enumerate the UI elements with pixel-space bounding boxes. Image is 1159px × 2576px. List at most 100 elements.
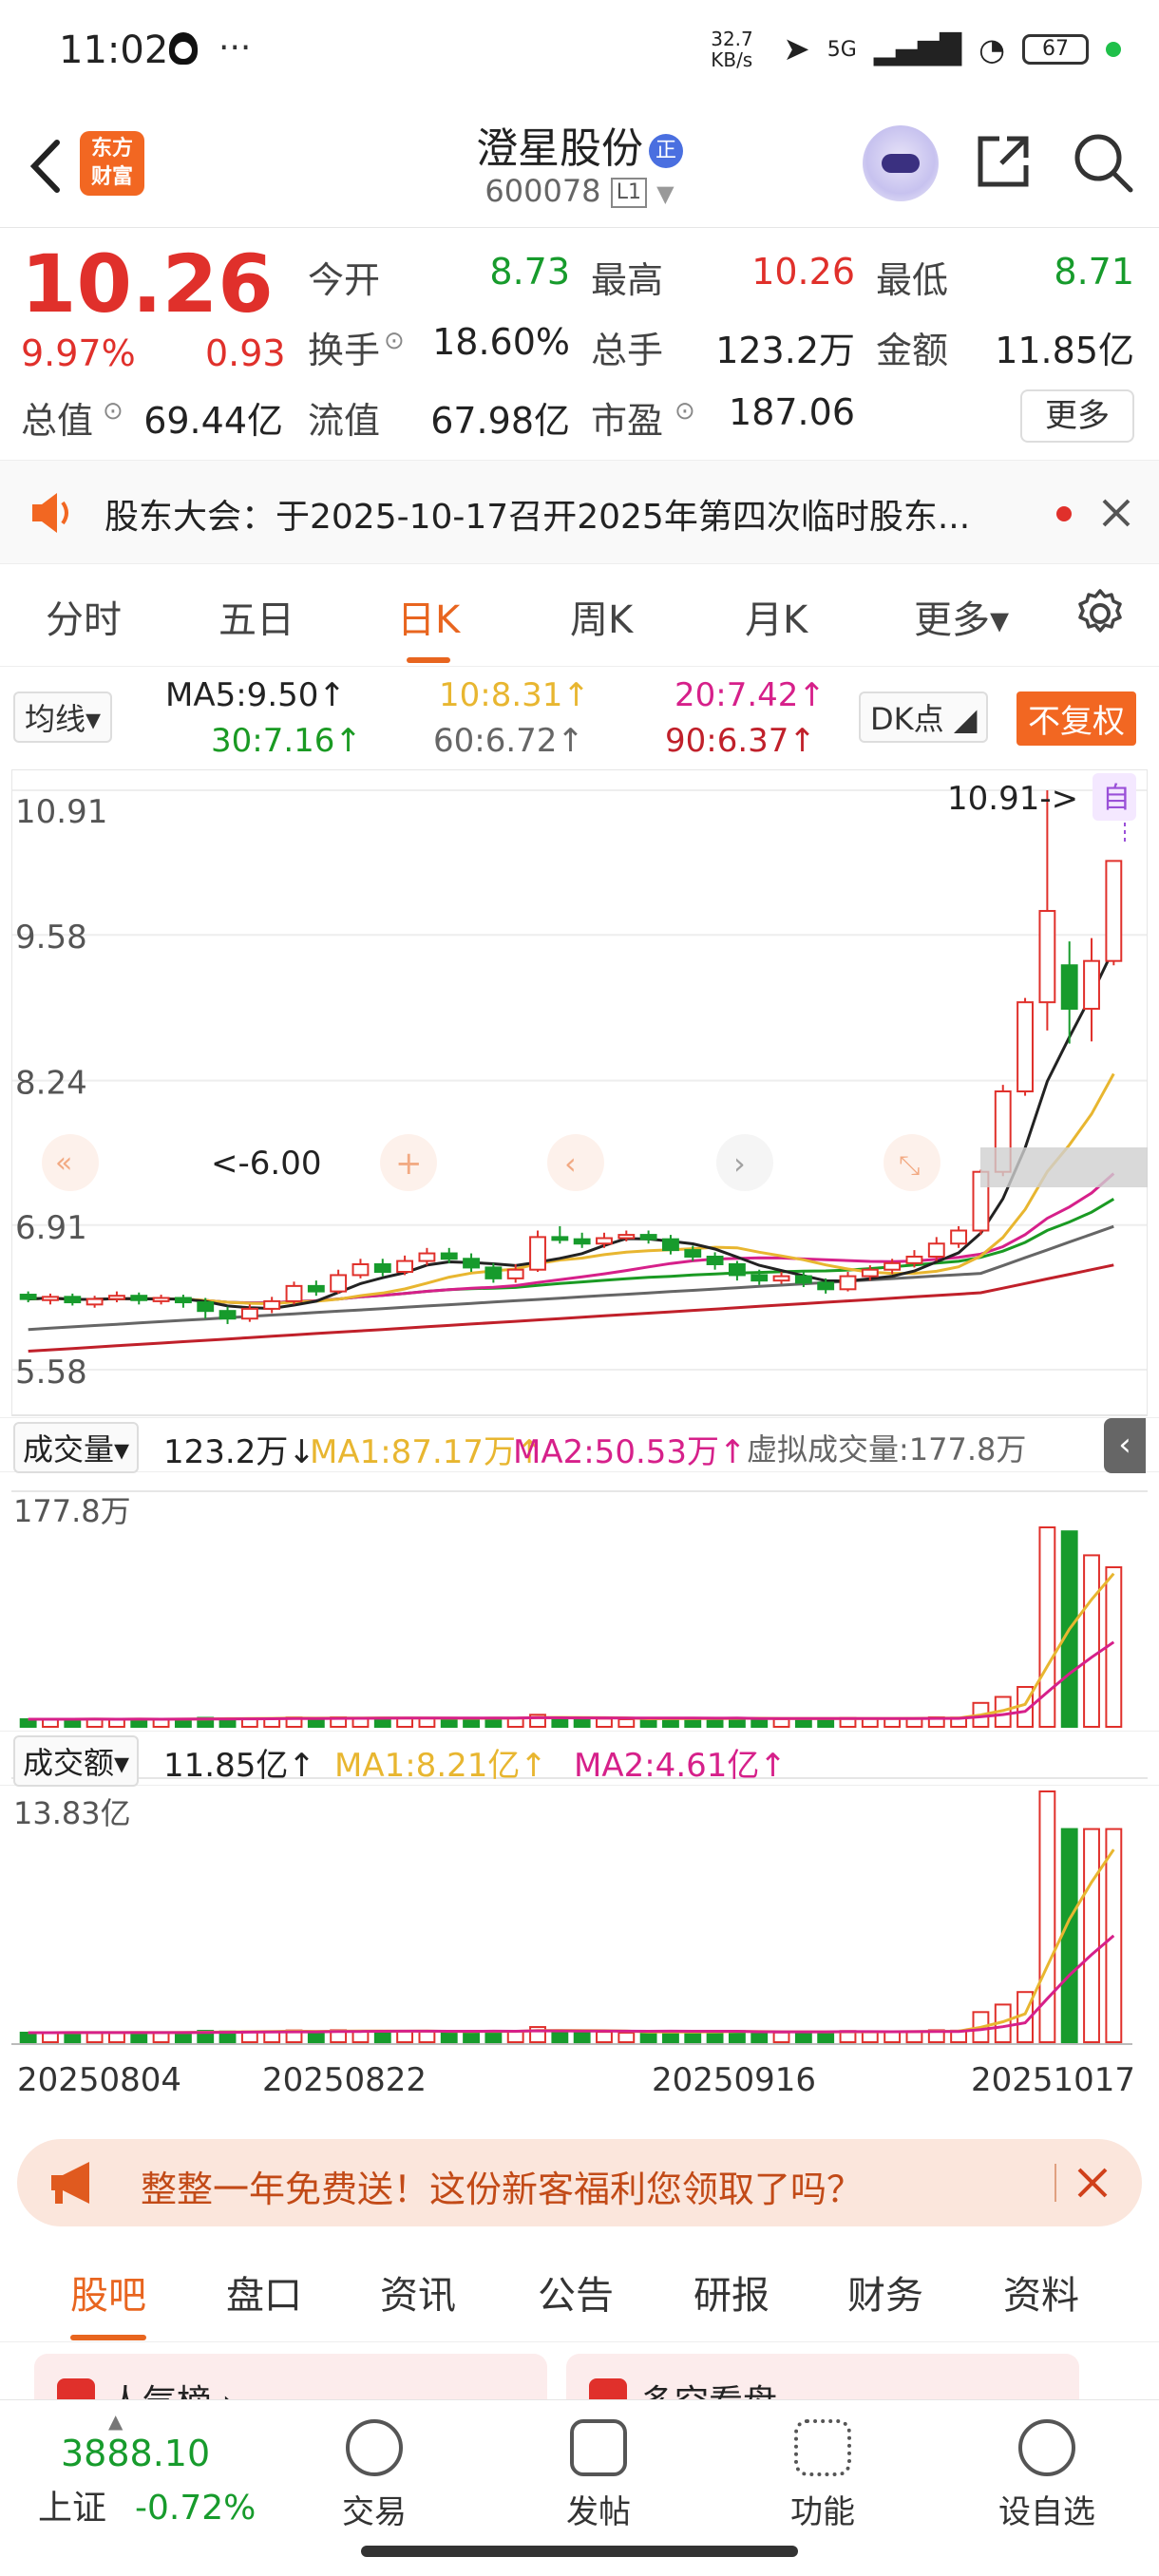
date-axis: 20250804 20250822 20250916 20251017 <box>0 2057 1159 2114</box>
stock-header: 东方 财富 澄星股份正 600078 L1 ▼ <box>0 104 1159 228</box>
tab-intraday[interactable]: 分时 <box>46 589 122 644</box>
change-pct: 9.97% <box>21 332 136 374</box>
nav-functions[interactable]: 功能 <box>756 2419 889 2532</box>
tab-five-day[interactable]: 五日 <box>218 589 294 644</box>
info-icon[interactable]: ⊙ <box>103 397 124 426</box>
index-name: 上证 <box>38 2489 107 2528</box>
divider <box>1054 2164 1056 2202</box>
tab-announcement[interactable]: 公告 <box>538 2264 614 2320</box>
close-icon[interactable] <box>1075 2166 1110 2200</box>
candle <box>905 1255 923 1264</box>
candle <box>263 1299 281 1310</box>
notice-text: 股东大会：于2025-10-17召开2025年第四次临时股东... <box>104 498 971 537</box>
volume-bar <box>1083 1554 1100 1729</box>
high-value: 10.26 <box>751 251 855 293</box>
gear-icon[interactable] <box>1074 587 1127 640</box>
tab-research[interactable]: 研报 <box>694 2264 770 2320</box>
assistant-robot-icon[interactable] <box>863 125 939 201</box>
ma-selector[interactable]: 均线▾ <box>13 691 113 743</box>
float-cap-label: 流值 <box>308 400 381 442</box>
volume-selector[interactable]: 成交量▾ <box>13 1422 140 1473</box>
stock-code: 600078 <box>484 173 601 209</box>
candle <box>373 1262 391 1273</box>
ma30-line <box>28 1198 1115 1305</box>
candle <box>352 1262 370 1277</box>
index-ticker[interactable]: ▲ 3888.10 上证 -0.72% <box>23 2410 270 2529</box>
high-label: 最高 <box>591 259 664 301</box>
share-icon[interactable] <box>973 131 1034 192</box>
nav-functions-label: 功能 <box>790 2493 855 2531</box>
search-icon[interactable] <box>1072 131 1134 194</box>
candle <box>596 1237 613 1245</box>
y-tick-label: 9.58 <box>15 919 87 957</box>
close-icon[interactable] <box>1100 497 1132 529</box>
candle <box>839 1275 857 1291</box>
collapse-panel-icon[interactable]: ‹ <box>1104 1418 1146 1473</box>
candle <box>884 1261 902 1271</box>
tab-daily-k[interactable]: 日K <box>397 589 460 663</box>
date-label: 20250822 <box>262 2061 428 2099</box>
tab-news[interactable]: 资讯 <box>380 2264 456 2320</box>
amount-bar <box>152 2032 170 2043</box>
tab-guba[interactable]: 股吧 <box>70 2264 146 2340</box>
candle <box>484 1266 503 1279</box>
tab-more[interactable]: 更多▾ <box>914 589 1009 644</box>
candle <box>197 1301 215 1313</box>
nav-post[interactable]: 发帖 <box>532 2419 665 2532</box>
amount-bar <box>861 2031 879 2043</box>
period-tabs: 分时 五日 日K 周K 月K 更多▾ <box>0 564 1159 667</box>
volume-bar <box>440 1717 458 1729</box>
nav-add-watchlist[interactable]: 设自选 <box>980 2419 1113 2532</box>
open-value: 8.73 <box>489 251 570 293</box>
tab-monthly-k[interactable]: 月K <box>745 589 808 644</box>
svg-text:‹: ‹ <box>564 1146 577 1182</box>
amount-bar <box>463 2030 480 2044</box>
high-mark-label: 10.91-> <box>947 780 1078 818</box>
tab-finance[interactable]: 财务 <box>847 2264 923 2320</box>
svg-text:+: + <box>395 1145 423 1183</box>
promo-banner[interactable]: 整整一年免费送！这份新客福利您领取了吗？ <box>17 2139 1142 2226</box>
tab-pankou[interactable]: 盘口 <box>226 2264 302 2320</box>
ma30-label: 30:7.16↑ <box>211 722 362 760</box>
volume-ma-lines <box>28 1572 1115 1721</box>
candle <box>463 1258 480 1269</box>
volume-ma1: MA1:87.17万↑ <box>310 1433 543 1471</box>
amount-selector[interactable]: 成交额▾ <box>13 1735 140 1787</box>
amount-bar <box>639 2031 657 2044</box>
low-label: 最低 <box>876 259 949 301</box>
amount-bar <box>396 2030 414 2044</box>
no-adjust-button[interactable]: 不复权 <box>1016 691 1136 746</box>
amount-bar <box>573 2031 591 2043</box>
volume-bar <box>596 1717 613 1729</box>
candle <box>728 1262 746 1277</box>
volume-bar <box>772 1717 790 1728</box>
nav-post-label: 发帖 <box>566 2493 631 2531</box>
candle <box>218 1310 237 1320</box>
candle <box>396 1260 414 1273</box>
svg-text:›: › <box>733 1146 746 1182</box>
candle <box>927 1242 945 1258</box>
ma5-label: MA5:9.50↑ <box>165 676 346 714</box>
candle <box>86 1297 104 1306</box>
amount-bar <box>307 2031 325 2043</box>
quote-panel: 10.26 9.97% 0.93 今开 8.73 最高 10.26 最低 8.7… <box>0 228 1159 451</box>
date-label: 20251017 <box>971 2061 1136 2099</box>
y-tick-label: 5.58 <box>15 1354 87 1392</box>
y-tick-label: 6.91 <box>15 1209 87 1247</box>
candle <box>174 1297 192 1304</box>
low-mark-label: <-6.00 <box>211 1145 321 1183</box>
tab-weekly-k[interactable]: 周K <box>570 589 633 644</box>
privacy-dot-icon <box>1106 42 1121 57</box>
tab-profile[interactable]: 资料 <box>1003 2264 1079 2320</box>
candle <box>42 1296 59 1301</box>
nav-trade-label: 交易 <box>342 2493 407 2531</box>
nav-trade[interactable]: 交易 <box>308 2419 441 2532</box>
pe-value: 187.06 <box>729 391 855 433</box>
dk-point-selector[interactable]: DK点 ◢ <box>859 691 989 743</box>
more-button[interactable]: 更多 <box>1020 389 1134 443</box>
amount-bar <box>418 2030 436 2044</box>
ma90-label: 90:6.37↑ <box>665 722 816 760</box>
caret-up-icon: ▲ <box>108 2410 124 2433</box>
float-cap-value: 67.98亿 <box>430 400 570 442</box>
notice-bar[interactable]: 股东大会：于2025-10-17召开2025年第四次临时股东... <box>0 460 1159 564</box>
